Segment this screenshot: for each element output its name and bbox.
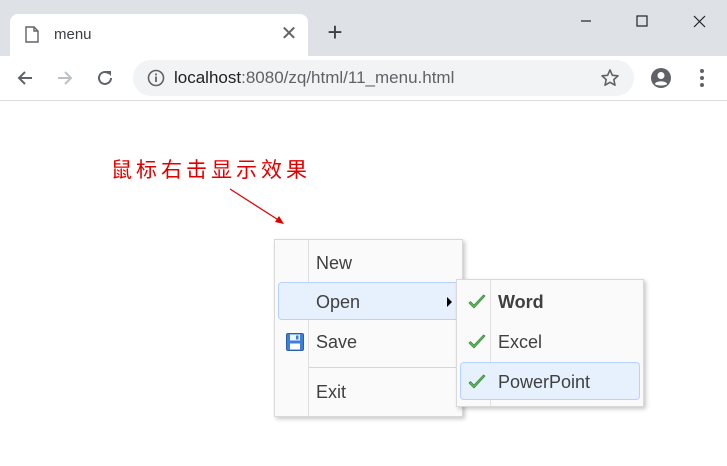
minimize-icon[interactable] [563, 4, 609, 38]
check-icon [468, 334, 486, 349]
profile-icon[interactable] [650, 67, 672, 89]
submenu-item-label: Excel [498, 332, 543, 352]
menu-item-exit[interactable]: Exit [278, 372, 459, 410]
submenu-item-word[interactable]: Word [460, 282, 640, 320]
url-host: localhost [174, 68, 242, 87]
menu-item-label: Exit [316, 382, 347, 402]
back-icon[interactable] [12, 65, 38, 91]
forward-icon[interactable] [52, 65, 78, 91]
save-icon [286, 333, 304, 351]
plus-icon[interactable]: + [323, 19, 347, 45]
tab-title: menu [54, 26, 92, 43]
reload-icon[interactable] [92, 65, 118, 91]
menu-item-label: Open [316, 292, 361, 312]
submenu-arrow-icon [447, 297, 452, 307]
check-icon [468, 374, 486, 389]
browser-tab[interactable]: menu ✕ [10, 14, 308, 56]
url-text[interactable]: localhost:8080/zq/html/11_menu.html [174, 68, 454, 88]
address-bar[interactable]: localhost:8080/zq/html/11_menu.html [133, 60, 634, 96]
submenu-item-powerpoint[interactable]: PowerPoint [460, 362, 640, 400]
open-submenu: Word Excel PowerPoint [456, 279, 644, 407]
submenu-item-label: Word [498, 292, 544, 312]
browser-toolbar: localhost:8080/zq/html/11_menu.html [0, 56, 727, 101]
annotation-text: 鼠标右击显示效果 [111, 158, 311, 182]
browser-titlebar: menu ✕ + [0, 0, 727, 56]
more-icon[interactable] [695, 67, 709, 89]
menu-item-save[interactable]: Save [278, 322, 459, 360]
menu-item-label: New [316, 253, 353, 273]
maximize-icon[interactable] [619, 4, 665, 38]
close-icon[interactable]: ✕ [278, 23, 300, 45]
annotation-arrow [229, 188, 284, 224]
context-menu: New Open Save Exit [274, 239, 463, 417]
menu-item-new[interactable]: New [278, 243, 459, 281]
submenu-item-excel[interactable]: Excel [460, 322, 640, 360]
window-close-icon[interactable] [676, 4, 722, 38]
submenu-item-label: PowerPoint [498, 372, 591, 392]
menu-item-open[interactable]: Open [278, 282, 459, 320]
info-icon[interactable] [147, 69, 165, 87]
star-icon[interactable] [600, 68, 620, 88]
menu-separator [309, 367, 459, 368]
check-icon [468, 294, 486, 309]
page-icon [25, 26, 39, 43]
menu-item-label: Save [316, 332, 358, 352]
url-path: :8080/zq/html/11_menu.html [241, 68, 455, 87]
